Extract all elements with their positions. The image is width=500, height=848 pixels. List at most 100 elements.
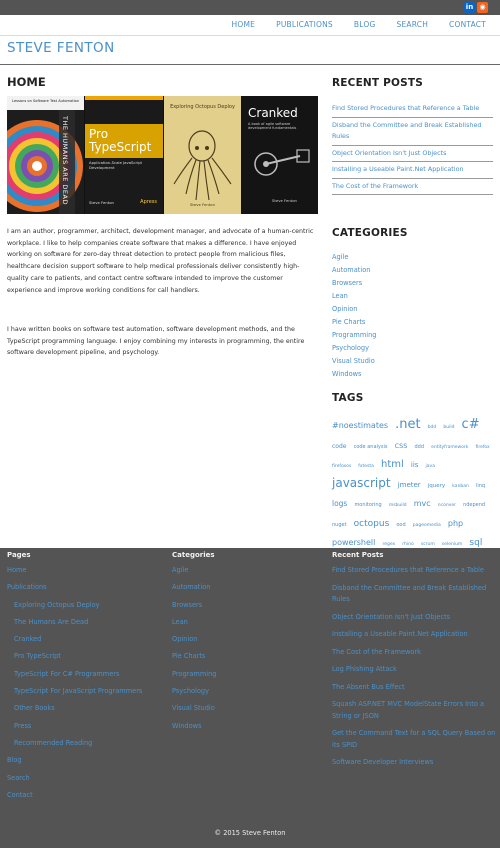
footer-recent-post-link[interactable]: Log Phishing Attack bbox=[332, 664, 497, 676]
footer-recent-post-link[interactable]: Get the Command Text for a SQL Query Bas… bbox=[332, 728, 497, 751]
tag-link[interactable]: scrum bbox=[421, 542, 435, 547]
footer-page-link[interactable]: Other Books bbox=[7, 700, 142, 717]
footer-category-link[interactable]: Windows bbox=[172, 718, 216, 735]
footer-page-link[interactable]: Pro TypeScript bbox=[7, 648, 142, 665]
footer-page-link[interactable]: Home bbox=[7, 562, 142, 579]
tag-link[interactable]: c# bbox=[462, 417, 480, 432]
footer-category-link[interactable]: Programming bbox=[172, 666, 216, 683]
tag-link[interactable]: logs bbox=[332, 499, 347, 508]
footer-recent-post-link[interactable]: Software Developer Interviews bbox=[332, 757, 497, 769]
tag-link[interactable]: powershell bbox=[332, 538, 375, 547]
tag-link[interactable]: nuget bbox=[332, 522, 347, 528]
tag-link[interactable]: regex bbox=[382, 542, 395, 547]
footer-recent-post-link[interactable]: Disband the Committee and Break Establis… bbox=[332, 583, 497, 606]
footer-recent-post-link[interactable]: Squash ASP.NET MVC ModelState Errors Int… bbox=[332, 699, 497, 722]
tag-link[interactable]: #noestimates bbox=[332, 421, 388, 430]
footer-category-link[interactable]: Automation bbox=[172, 579, 216, 596]
category-link[interactable]: Psychology bbox=[332, 342, 376, 355]
tag-link[interactable]: octopus bbox=[354, 519, 390, 529]
tag-link[interactable]: html bbox=[381, 459, 404, 470]
category-link[interactable]: Automation bbox=[332, 264, 376, 277]
nav-search[interactable]: SEARCH bbox=[396, 16, 428, 34]
nav-contact[interactable]: CONTACT bbox=[449, 16, 486, 34]
tag-link[interactable]: java bbox=[426, 464, 435, 469]
book-cover-octopus-deploy[interactable]: Exploring Octopus Deploy Steve Fenton bbox=[164, 96, 241, 214]
category-link[interactable]: Agile bbox=[332, 251, 376, 264]
category-link[interactable]: Visual Studio bbox=[332, 355, 376, 368]
nav-home[interactable]: HOME bbox=[232, 16, 256, 34]
recent-post-link[interactable]: Installing a Useable Paint.Net Applicati… bbox=[332, 162, 493, 179]
linkedin-icon[interactable]: in bbox=[464, 2, 475, 13]
footer-page-link[interactable]: Exploring Octopus Deploy bbox=[7, 597, 142, 614]
nav-publications[interactable]: PUBLICATIONS bbox=[276, 16, 333, 34]
tag-link[interactable]: iis bbox=[411, 461, 419, 469]
tag-link[interactable]: code bbox=[332, 443, 346, 450]
footer-category-link[interactable]: Lean bbox=[172, 614, 216, 631]
tag-link[interactable]: nconver bbox=[438, 503, 456, 508]
recent-post-link[interactable]: The Cost of the Framework bbox=[332, 179, 493, 195]
site-title[interactable]: STEVE FENTON bbox=[7, 40, 115, 56]
tag-link[interactable]: ood bbox=[396, 522, 405, 528]
footer-category-link[interactable]: Browsers bbox=[172, 597, 216, 614]
tag-link[interactable]: ddd bbox=[414, 444, 424, 450]
category-link[interactable]: Programming bbox=[332, 329, 376, 342]
footer-category-link[interactable]: Visual Studio bbox=[172, 700, 216, 717]
tag-link[interactable]: pageomedia bbox=[413, 523, 441, 528]
footer-page-link[interactable]: TypeScript For JavaScript Programmers bbox=[7, 683, 142, 700]
footer-recent-post-link[interactable]: The Absent Bus Effect bbox=[332, 682, 497, 694]
tag-link[interactable]: CSS bbox=[395, 442, 408, 450]
book-cover-humans-are-dead[interactable]: Lessons on Software Test Automation THE … bbox=[7, 96, 84, 214]
footer-page-link[interactable]: Search bbox=[7, 770, 142, 787]
footer-page-link[interactable]: Cranked bbox=[7, 631, 142, 648]
tag-link[interactable]: jquery bbox=[428, 483, 445, 489]
category-link[interactable]: Browsers bbox=[332, 277, 376, 290]
category-link[interactable]: Pie Charts bbox=[332, 316, 376, 329]
tag-link[interactable]: firefox bbox=[475, 445, 489, 450]
tag-link[interactable]: msbuild bbox=[389, 503, 407, 508]
category-link[interactable]: Lean bbox=[332, 290, 376, 303]
tag-link[interactable]: bdd bbox=[428, 425, 437, 430]
tag-link[interactable]: ndepend bbox=[463, 502, 485, 508]
footer-page-link[interactable]: Blog bbox=[7, 752, 142, 769]
tag-link[interactable]: rhino bbox=[402, 542, 413, 547]
tag-link[interactable]: php bbox=[448, 519, 463, 528]
book-cover-cranked[interactable]: Cranked A book of agile software develop… bbox=[242, 96, 318, 214]
footer-recent-post-link[interactable]: The Cost of the Framework bbox=[332, 647, 497, 659]
footer-page-link[interactable]: Publications bbox=[7, 579, 142, 596]
tag-link[interactable]: mvc bbox=[414, 499, 431, 508]
footer-category-link[interactable]: Agile bbox=[172, 562, 216, 579]
tag-link[interactable]: javascript bbox=[332, 476, 391, 490]
footer-page-link[interactable]: Press bbox=[7, 718, 142, 735]
footer-page-link[interactable]: Contact bbox=[7, 787, 142, 804]
tag-link[interactable]: fxtesta bbox=[358, 464, 374, 469]
footer-recent-post-link[interactable]: Installing a Useable Paint.Net Applicati… bbox=[332, 629, 497, 641]
tag-link[interactable]: entityframework bbox=[431, 445, 468, 450]
tag-link[interactable]: code analysis bbox=[354, 444, 388, 450]
book-cover-pro-typescript[interactable]: Pro TypeScript Application-Scale JavaScr… bbox=[85, 96, 163, 214]
tag-link[interactable]: jmeter bbox=[398, 481, 421, 489]
nav-blog[interactable]: BLOG bbox=[354, 16, 376, 34]
tag-link[interactable]: selenium bbox=[442, 542, 462, 547]
footer-page-link[interactable]: TypeScript For C# Programmers bbox=[7, 666, 142, 683]
footer-recent-post-link[interactable]: Find Stored Procedures that Reference a … bbox=[332, 565, 497, 577]
footer-recent-post-link[interactable]: Object Orientation Isn't Just Objects bbox=[332, 612, 497, 624]
book-covers-banner: Lessons on Software Test Automation THE … bbox=[7, 96, 318, 214]
tag-link[interactable]: monitoring bbox=[354, 502, 381, 508]
recent-post-link[interactable]: Object Orientation Isn't Just Objects bbox=[332, 146, 493, 162]
footer-category-link[interactable]: Opinion bbox=[172, 631, 216, 648]
tag-link[interactable]: kanban bbox=[452, 484, 469, 489]
footer-category-link[interactable]: Psychology bbox=[172, 683, 216, 700]
recent-post-link[interactable]: Find Stored Procedures that Reference a … bbox=[332, 101, 493, 118]
category-link[interactable]: Windows bbox=[332, 368, 376, 381]
footer-page-link[interactable]: Recommended Reading bbox=[7, 735, 142, 752]
tag-link[interactable]: build bbox=[443, 425, 454, 430]
category-link[interactable]: Opinion bbox=[332, 303, 376, 316]
recent-post-link[interactable]: Disband the Committee and Break Establis… bbox=[332, 118, 493, 146]
tag-link[interactable]: linq bbox=[476, 483, 485, 489]
footer-category-link[interactable]: Pie Charts bbox=[172, 648, 216, 665]
tag-link[interactable]: .net bbox=[395, 417, 420, 432]
tag-link[interactable]: sql bbox=[469, 538, 482, 548]
tag-link[interactable]: firefoxos bbox=[332, 464, 351, 469]
footer-page-link[interactable]: The Humans Are Dead bbox=[7, 614, 142, 631]
rss-icon[interactable]: ◉ bbox=[477, 2, 488, 13]
